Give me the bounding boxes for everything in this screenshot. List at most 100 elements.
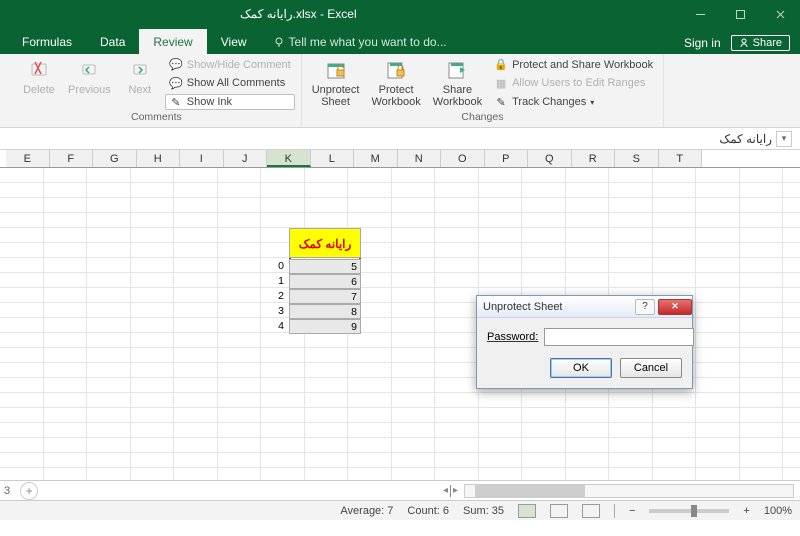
changes-group-label: Changes (308, 111, 657, 125)
allow-edit-icon: ▦ (494, 76, 508, 90)
share-workbook-icon (445, 58, 469, 82)
ribbon-group-left (0, 54, 12, 127)
horizontal-scrollbar[interactable] (464, 484, 794, 498)
ribbon-group-comments: Delete Previous Next 💬 Show/Hide Comment… (12, 54, 302, 127)
normal-view-button[interactable] (518, 504, 536, 518)
title-bar: رایانه کمک.xlsx - Excel (0, 0, 800, 28)
tab-data[interactable]: Data (86, 29, 139, 54)
col-header[interactable]: J (224, 150, 268, 167)
col-header[interactable]: H (137, 150, 181, 167)
data-cell[interactable]: 8 (289, 304, 361, 319)
unprotect-sheet-dialog: Unprotect Sheet ? ✕ Password: OK Cancel (476, 295, 693, 389)
protect-share-icon: 🔒 (494, 58, 508, 72)
col-header[interactable]: K (267, 150, 311, 167)
share-workbook-button[interactable]: Share Workbook (429, 56, 486, 111)
track-changes-button[interactable]: ✎ Track Changes ▾ (490, 94, 657, 110)
col-header[interactable]: S (615, 150, 659, 167)
formula-bar[interactable]: رایانه کمک ▾ (0, 128, 800, 150)
index-cell: 4 (260, 319, 284, 333)
next-comment-button[interactable]: Next (119, 56, 161, 111)
status-sum: Sum: 35 (463, 505, 504, 517)
index-cell: 3 (260, 304, 284, 318)
show-all-comments-button[interactable]: 💬 Show All Comments (165, 75, 295, 91)
share-label: Share (753, 37, 782, 49)
dialog-cancel-button[interactable]: Cancel (620, 358, 682, 378)
page-break-view-button[interactable] (582, 504, 600, 518)
delete-icon (27, 58, 51, 82)
col-header[interactable]: P (485, 150, 529, 167)
zoom-out-button[interactable]: − (629, 505, 635, 517)
comments-icon: 💬 (169, 76, 183, 90)
dialog-close-button[interactable]: ✕ (658, 299, 692, 315)
protect-workbook-button[interactable]: Protect Workbook (367, 56, 424, 111)
maximize-button[interactable] (720, 0, 760, 28)
ink-icon: ✎ (169, 95, 183, 109)
ribbon-tabs: Formulas Data Review View Tell me what y… (0, 28, 800, 54)
zoom-slider[interactable] (649, 509, 729, 513)
status-count: Count: 6 (407, 505, 449, 517)
zoom-level[interactable]: 100% (764, 505, 792, 517)
status-average: Average: 7 (340, 505, 393, 517)
col-header[interactable]: F (50, 150, 94, 167)
sign-in-link[interactable]: Sign in (684, 36, 721, 50)
share-button[interactable]: Share (731, 35, 790, 51)
comments-group-label: Comments (18, 111, 295, 125)
formula-expand-button[interactable]: ▾ (776, 131, 792, 147)
dialog-help-button[interactable]: ? (635, 299, 655, 315)
index-cell: 1 (260, 274, 284, 288)
protect-workbook-icon (384, 58, 408, 82)
tab-review[interactable]: Review (139, 29, 206, 54)
previous-comment-button[interactable]: Previous (64, 56, 115, 111)
show-ink-button[interactable]: ✎ Show Ink (165, 94, 295, 110)
track-changes-icon: ✎ (494, 95, 508, 109)
col-header[interactable]: R (572, 150, 616, 167)
page-layout-view-button[interactable] (550, 504, 568, 518)
new-sheet-button[interactable]: + (20, 482, 38, 500)
data-cell[interactable]: 6 (289, 274, 361, 289)
password-label: Password: (487, 331, 538, 343)
col-header[interactable]: M (354, 150, 398, 167)
col-header[interactable]: T (659, 150, 703, 167)
sheet-nav[interactable]: ◂ ▸ (443, 485, 458, 497)
index-cell: 0 (260, 259, 284, 273)
tell-me-label: Tell me what you want to do... (289, 35, 447, 49)
col-header[interactable]: O (441, 150, 485, 167)
data-cell[interactable]: 9 (289, 319, 361, 334)
dialog-ok-button[interactable]: OK (550, 358, 612, 378)
unprotect-icon (324, 58, 348, 82)
ribbon: Delete Previous Next 💬 Show/Hide Comment… (0, 54, 800, 128)
lightbulb-icon (273, 36, 285, 48)
data-cell[interactable]: 7 (289, 289, 361, 304)
delete-comment-button[interactable]: Delete (18, 56, 60, 111)
column-headers: E F G H I J K L M N O P Q R S T (0, 150, 800, 168)
col-header[interactable]: N (398, 150, 442, 167)
show-hide-comment-button[interactable]: 💬 Show/Hide Comment (165, 57, 295, 73)
sheet-scroll-end: 3 (0, 485, 14, 497)
status-bar: Average: 7 Count: 6 Sum: 35 − + 100% (0, 500, 800, 520)
col-header[interactable]: E (6, 150, 50, 167)
col-header[interactable]: L (311, 150, 355, 167)
tab-view[interactable]: View (207, 29, 261, 54)
col-header[interactable]: I (180, 150, 224, 167)
zoom-in-button[interactable]: + (743, 505, 749, 517)
col-header[interactable]: Q (528, 150, 572, 167)
worksheet-grid[interactable]: E F G H I J K L M N O P Q R S T رایانه ک… (0, 150, 800, 480)
share-icon (739, 38, 749, 48)
data-cell[interactable]: 5 (289, 259, 361, 274)
tell-me-search[interactable]: Tell me what you want to do... (261, 35, 459, 54)
dialog-title: Unprotect Sheet (483, 301, 563, 313)
next-icon (128, 58, 152, 82)
table-header-cell[interactable]: رایانه کمک (289, 228, 361, 258)
dialog-titlebar[interactable]: Unprotect Sheet ? ✕ (477, 296, 692, 318)
close-button[interactable] (760, 0, 800, 28)
col-header[interactable]: G (93, 150, 137, 167)
sheet-tab-bar: 3 + ◂ ▸ (0, 480, 800, 500)
comment-icon: 💬 (169, 58, 183, 72)
unprotect-sheet-button[interactable]: Unprotect Sheet (308, 56, 364, 111)
allow-users-edit-button[interactable]: ▦ Allow Users to Edit Ranges (490, 75, 657, 91)
protect-share-workbook-button[interactable]: 🔒 Protect and Share Workbook (490, 57, 657, 73)
previous-icon (77, 58, 101, 82)
minimize-button[interactable] (680, 0, 720, 28)
tab-formulas[interactable]: Formulas (8, 29, 86, 54)
password-input[interactable] (544, 328, 694, 346)
